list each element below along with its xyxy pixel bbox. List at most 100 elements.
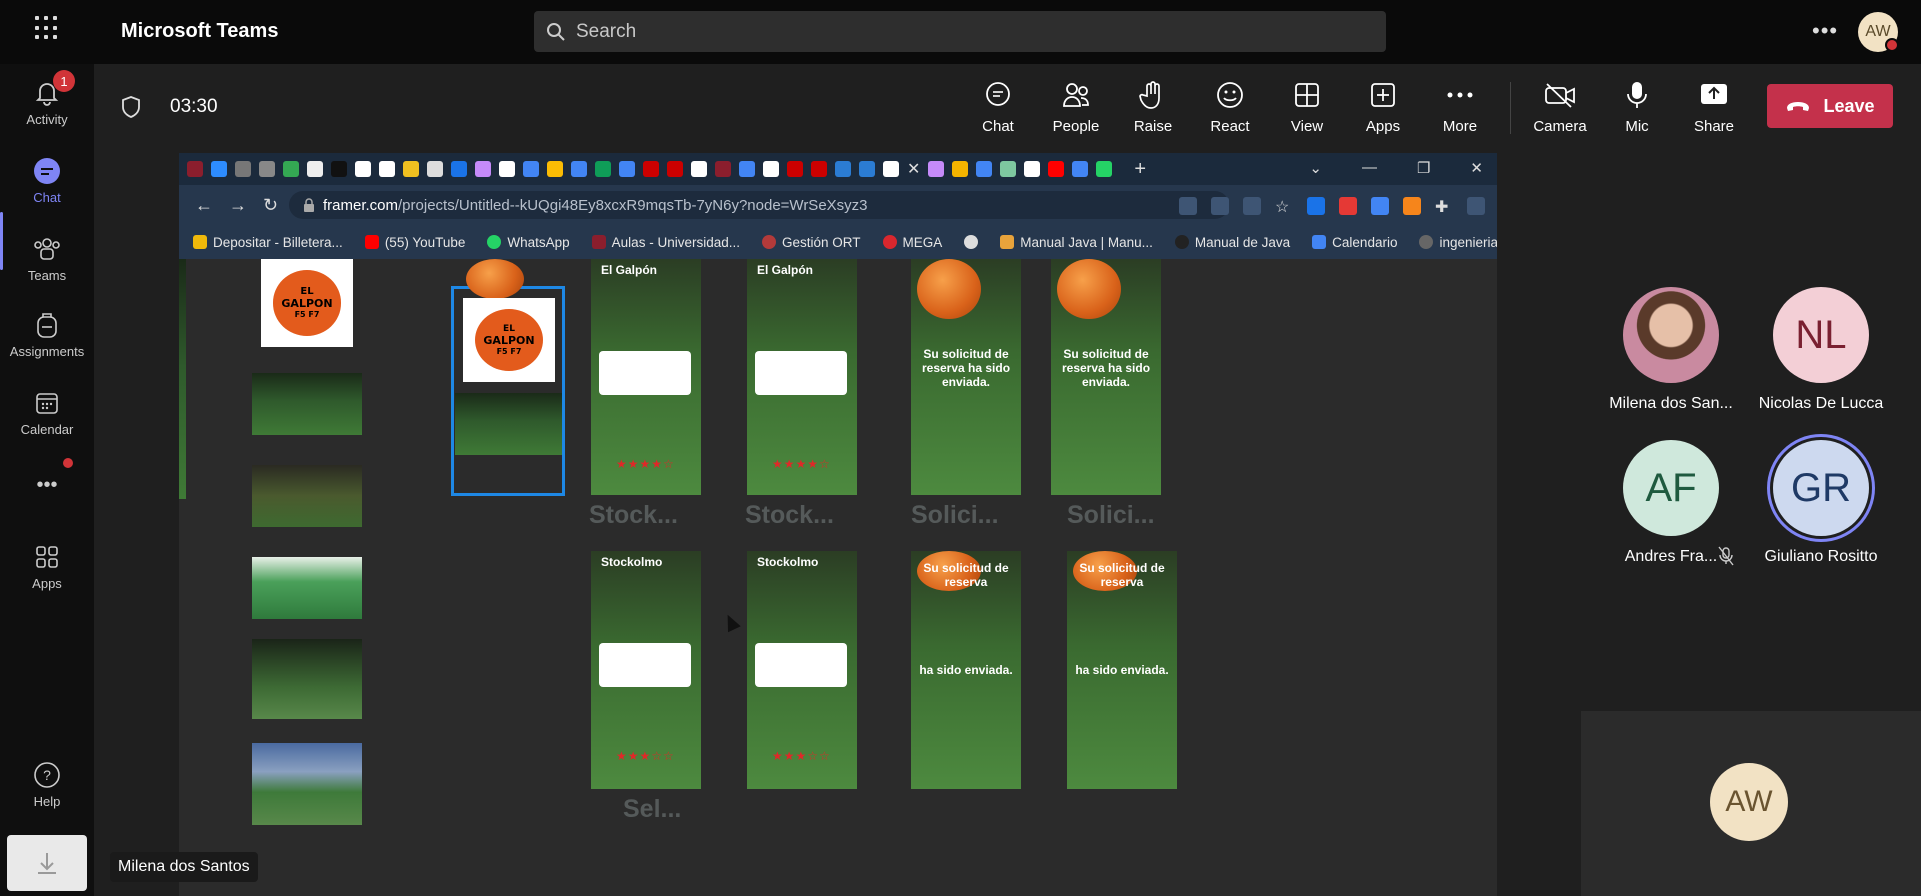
rail-item-chat[interactable]: Chat bbox=[0, 156, 94, 205]
tab-favicon[interactable] bbox=[1072, 161, 1089, 177]
tab-favicon[interactable] bbox=[1048, 161, 1065, 177]
settings-more-icon[interactable]: ••• bbox=[1812, 18, 1838, 44]
tab-favicon[interactable] bbox=[355, 161, 371, 177]
bookmark-item[interactable]: MEGA bbox=[882, 235, 942, 250]
tab-favicon[interactable] bbox=[787, 161, 803, 177]
more-button[interactable]: More bbox=[1424, 78, 1496, 135]
tab-favicon[interactable] bbox=[691, 161, 707, 177]
download-button[interactable] bbox=[7, 835, 87, 891]
field-photo[interactable] bbox=[252, 373, 362, 435]
frame-name-label[interactable]: Sel... bbox=[623, 795, 681, 824]
tab-favicon[interactable] bbox=[859, 161, 875, 177]
tab-favicon[interactable] bbox=[451, 161, 467, 177]
confirmation-screen-frame[interactable]: Su solicitud de reserva ha sido enviada. bbox=[1051, 259, 1161, 495]
rail-item-calendar[interactable]: Calendar bbox=[0, 388, 94, 437]
tab-favicon[interactable] bbox=[331, 161, 347, 177]
tab-favicon[interactable] bbox=[739, 161, 755, 177]
tab-favicon[interactable] bbox=[715, 161, 731, 177]
confirmation-screen-frame[interactable]: Su solicitud de reserva ha sido enviada. bbox=[1067, 551, 1177, 789]
bookmark-item[interactable]: Gestión ORT bbox=[761, 235, 861, 250]
field-photo[interactable] bbox=[252, 743, 362, 825]
tab-favicon[interactable] bbox=[475, 161, 491, 177]
metamask-icon[interactable] bbox=[1403, 197, 1421, 215]
frame-name-label[interactable]: Solici... bbox=[1067, 501, 1155, 530]
tab-favicon[interactable] bbox=[952, 161, 969, 177]
tab-favicon[interactable] bbox=[235, 161, 251, 177]
react-button[interactable]: React bbox=[1194, 78, 1266, 135]
bookmark-item[interactable] bbox=[964, 235, 979, 249]
tab-favicon[interactable] bbox=[403, 161, 419, 177]
bookmark-item[interactable]: Calendario bbox=[1312, 235, 1397, 250]
participant-tile[interactable]: NL Nicolas De Lucca bbox=[1746, 287, 1896, 413]
tab-search-icon[interactable]: ⌄ bbox=[1309, 159, 1322, 177]
tab-favicon[interactable] bbox=[307, 161, 323, 177]
tab-favicon[interactable] bbox=[523, 161, 539, 177]
tab-favicon[interactable] bbox=[1096, 161, 1113, 177]
rail-item-assignments[interactable]: Assignments bbox=[0, 310, 94, 359]
raise-hand-button[interactable]: Raise bbox=[1117, 78, 1189, 135]
apps-button[interactable]: Apps bbox=[1347, 78, 1419, 135]
people-button[interactable]: People bbox=[1040, 78, 1112, 135]
tab-favicon[interactable] bbox=[619, 161, 635, 177]
extension-icon[interactable] bbox=[1307, 197, 1325, 215]
logo-image[interactable]: EL GALPON F5 F7 bbox=[261, 259, 353, 347]
extension-icon[interactable] bbox=[1339, 197, 1357, 215]
close-tab-icon[interactable]: ✕ bbox=[907, 159, 920, 179]
field-photo[interactable] bbox=[252, 639, 362, 719]
tab-favicon[interactable] bbox=[643, 161, 659, 177]
field-photo[interactable] bbox=[252, 557, 362, 619]
translate-icon[interactable] bbox=[1211, 197, 1229, 215]
chat-button[interactable]: Chat bbox=[962, 78, 1034, 135]
tab-favicon[interactable] bbox=[571, 161, 587, 177]
bookmark-star-icon[interactable]: ☆ bbox=[1275, 197, 1293, 216]
rail-item-activity[interactable]: Activity bbox=[0, 78, 94, 127]
tab-favicon[interactable] bbox=[211, 161, 227, 177]
tab-favicon[interactable] bbox=[595, 161, 611, 177]
minimize-icon[interactable]: — bbox=[1362, 159, 1377, 177]
mobile-screen-frame[interactable]: Stockolmo ★★★☆☆ bbox=[591, 551, 701, 789]
frame-name-label[interactable]: Solici... bbox=[911, 501, 999, 530]
view-button[interactable]: View bbox=[1271, 78, 1343, 135]
bookmark-item[interactable]: Manual de Java bbox=[1174, 235, 1290, 250]
rail-item-teams[interactable]: Teams bbox=[0, 234, 94, 283]
tab-favicon[interactable] bbox=[283, 161, 299, 177]
participant-tile[interactable]: Milena dos San... bbox=[1596, 287, 1746, 413]
rail-item-more[interactable]: ••• bbox=[0, 474, 94, 497]
url-field[interactable]: framer.com/projects/Untitled--kUQgi48Ey8… bbox=[289, 191, 1229, 219]
framer-canvas[interactable]: EL GALPON F5 F7 EL GALPON F5 F7 El Galpón ★★… bbox=[179, 259, 1497, 896]
tab-favicon[interactable] bbox=[547, 161, 563, 177]
puzzle-icon[interactable]: ✚ bbox=[1435, 197, 1453, 216]
new-tab-icon[interactable]: + bbox=[1134, 158, 1146, 181]
tab-favicon[interactable] bbox=[379, 161, 395, 177]
tab-favicon[interactable] bbox=[1000, 161, 1017, 177]
tab-favicon[interactable] bbox=[928, 161, 945, 177]
tab-favicon[interactable] bbox=[835, 161, 851, 177]
leave-button[interactable]: Leave bbox=[1767, 84, 1893, 128]
tab-favicon[interactable] bbox=[811, 161, 827, 177]
mic-button[interactable]: Mic bbox=[1601, 78, 1673, 135]
github-tab-icon[interactable] bbox=[883, 161, 899, 177]
camera-button[interactable]: Camera bbox=[1524, 78, 1596, 135]
confirmation-screen-frame[interactable]: Su solicitud de reserva ha sido enviada. bbox=[911, 259, 1021, 495]
tab-favicon[interactable] bbox=[187, 161, 203, 177]
tab-favicon[interactable] bbox=[763, 161, 779, 177]
bookmark-item[interactable]: Depositar - Billetera... bbox=[193, 235, 343, 250]
bookmark-item[interactable]: Manual Java | Manu... bbox=[1000, 235, 1153, 250]
mobile-screen-frame[interactable]: Stockolmo ★★★☆☆ bbox=[747, 551, 857, 789]
tab-favicon[interactable] bbox=[259, 161, 275, 177]
share-button[interactable]: Share bbox=[1678, 78, 1750, 135]
share-page-icon[interactable] bbox=[1243, 197, 1261, 215]
rail-item-help[interactable]: ? Help bbox=[0, 760, 94, 809]
tab-favicon[interactable] bbox=[499, 161, 515, 177]
reload-icon[interactable]: ↻ bbox=[263, 195, 278, 216]
media-icon[interactable] bbox=[1467, 197, 1485, 215]
rail-item-apps[interactable]: Apps bbox=[0, 542, 94, 591]
frame-name-label[interactable]: Stock... bbox=[745, 501, 834, 530]
search-box[interactable]: Search bbox=[534, 11, 1386, 52]
bookmark-item[interactable]: WhatsApp bbox=[487, 235, 570, 250]
app-launcher-icon[interactable] bbox=[35, 16, 59, 40]
back-icon[interactable]: ← bbox=[195, 195, 213, 216]
tab-favicon[interactable] bbox=[667, 161, 683, 177]
tab-favicon[interactable] bbox=[1024, 161, 1041, 177]
bookmark-item[interactable]: ingenieria bbox=[1419, 235, 1497, 250]
